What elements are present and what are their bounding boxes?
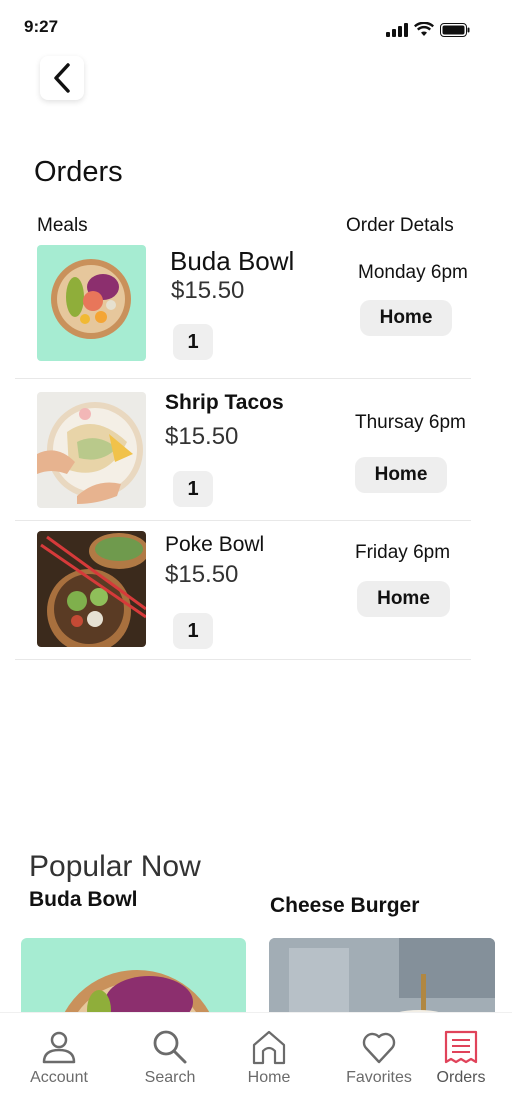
order-meal-name: Poke Bowl: [165, 533, 265, 556]
tab-label: Home: [247, 1069, 291, 1086]
meals-column-header: Meals: [37, 215, 88, 236]
row-divider: [15, 378, 471, 379]
popular-item-card[interactable]: [21, 938, 246, 1018]
heart-icon: [362, 1032, 396, 1064]
status-icons: [386, 22, 470, 37]
popular-item-name[interactable]: Buda Bowl: [29, 888, 138, 912]
order-time: Thursay 6pm: [355, 412, 466, 433]
order-meal-price: $15.50: [165, 561, 239, 588]
popular-item-card[interactable]: [269, 938, 495, 1018]
status-time: 9:27: [24, 17, 59, 36]
quantity-badge[interactable]: 1: [173, 471, 213, 507]
shrimp-tacos-image: [37, 392, 146, 508]
poke-bowl-image: [37, 531, 146, 647]
delivery-location-button[interactable]: Home: [355, 457, 447, 493]
tab-label: Favorites: [346, 1069, 412, 1086]
order-meal-name: Buda Bowl: [170, 246, 295, 276]
order-meal-price: $15.50: [165, 423, 239, 450]
tab-label: Search: [144, 1069, 196, 1086]
home-icon: [252, 1030, 286, 1065]
order-meal-price: $15.50: [171, 277, 245, 304]
chevron-left-icon: [54, 63, 70, 93]
popular-item-name[interactable]: Cheese Burger: [270, 894, 419, 918]
order-time: Monday 6pm: [358, 262, 468, 283]
receipt-icon: [444, 1030, 478, 1064]
buda-bowl-image: [37, 245, 146, 361]
tab-home[interactable]: Home: [218, 1013, 320, 1109]
tab-orders[interactable]: Orders: [410, 1013, 512, 1109]
popular-section-title: Popular Now: [29, 850, 201, 883]
tab-search[interactable]: Search: [119, 1013, 221, 1109]
back-button[interactable]: [40, 56, 84, 100]
row-divider: [15, 520, 471, 521]
bottom-tab-bar: Account Search Home Favorites Orders: [0, 1012, 512, 1109]
page-title: Orders: [34, 156, 123, 188]
tab-label: Account: [30, 1069, 88, 1086]
delivery-location-button[interactable]: Home: [360, 300, 452, 336]
order-meal-name: Shrip Tacos: [165, 391, 284, 414]
row-divider: [15, 659, 471, 660]
signal-icon: [386, 22, 408, 37]
tab-account[interactable]: Account: [8, 1013, 110, 1109]
order-time: Friday 6pm: [355, 542, 451, 563]
tab-label: Orders: [436, 1069, 486, 1086]
search-icon: [153, 1030, 187, 1064]
delivery-location-button[interactable]: Home: [357, 581, 450, 617]
quantity-badge[interactable]: 1: [173, 324, 213, 360]
order-details-column-header: Order Detals: [346, 215, 454, 236]
person-icon: [42, 1031, 76, 1064]
wifi-icon: [414, 22, 434, 36]
quantity-badge[interactable]: 1: [173, 613, 213, 649]
battery-icon: [440, 22, 470, 37]
